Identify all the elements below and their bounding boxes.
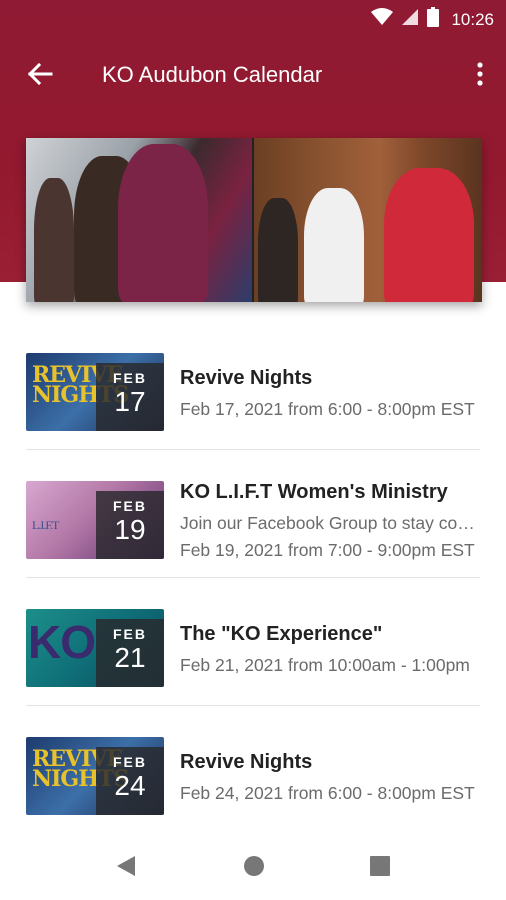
date-month: FEB (113, 370, 147, 386)
recents-square-icon (369, 855, 391, 882)
banner-photo-hug (26, 138, 252, 302)
event-thumbnail: REVIVE NIGHTS FEB 17 (26, 353, 164, 431)
nav-home-button[interactable] (240, 854, 268, 882)
home-circle-icon (242, 854, 266, 883)
event-list: REVIVE NIGHTS FEB 17 Revive Nights Feb 1… (0, 322, 506, 834)
status-time: 10:26 (451, 9, 494, 29)
nav-back-button[interactable] (112, 854, 140, 882)
system-nav-bar (0, 836, 506, 900)
event-datetime: Feb 21, 2021 from 10:00am - 1:00pm (180, 655, 470, 675)
thumbnail-logo-text: L.I.F.T (32, 518, 59, 532)
date-day: 21 (114, 642, 146, 673)
date-month: FEB (113, 498, 147, 514)
event-title: KO L.I.F.T Women's Ministry (180, 481, 448, 503)
event-title: Revive Nights (180, 751, 313, 773)
event-description: Join our Facebook Group to stay connecte… (180, 513, 480, 533)
thumbnail-logo-text: REVIVE NIGHTS (32, 746, 129, 792)
banner-photo-worship (254, 138, 482, 302)
calendar-banner-image (26, 138, 482, 302)
date-day: 17 (114, 386, 146, 417)
event-row[interactable]: REVIVE NIGHTS FEB 17 Revive Nights Feb 1… (0, 322, 506, 450)
thumbnail-logo-text: KO (28, 616, 96, 668)
more-vert-icon (477, 61, 483, 91)
event-row[interactable]: KO FEB 21 The "KO Experience" Feb 21, 20… (0, 578, 506, 706)
app-bar: KO Audubon Calendar (0, 44, 506, 104)
date-month: FEB (113, 626, 147, 642)
date-badge: FEB 17 (96, 363, 164, 431)
overflow-menu-button[interactable] (468, 58, 492, 94)
date-badge: FEB 24 (96, 747, 164, 815)
event-row[interactable]: L.I.F.T FEB 19 KO L.I.F.T Women's Minist… (0, 450, 506, 578)
event-datetime: Feb 19, 2021 from 7:00 - 9:00pm EST (180, 540, 475, 560)
back-button[interactable] (22, 58, 58, 94)
event-datetime: Feb 17, 2021 from 6:00 - 8:00pm EST (180, 399, 475, 419)
date-day: 19 (114, 514, 146, 545)
status-bar: 10:26 (0, 0, 506, 36)
event-thumbnail: KO FEB 21 (26, 609, 164, 687)
event-row[interactable]: REVIVE NIGHTS FEB 24 Revive Nights Feb 2… (0, 706, 506, 834)
event-title: Revive Nights (180, 367, 313, 389)
arrow-left-icon (27, 62, 53, 90)
date-month: FEB (113, 754, 147, 770)
event-thumbnail: L.I.F.T FEB 19 (26, 481, 164, 559)
signal-icon (401, 8, 419, 31)
app-title: KO Audubon Calendar (102, 62, 323, 87)
thumbnail-logo-text: REVIVE NIGHTS (32, 362, 129, 408)
battery-icon (427, 7, 440, 32)
event-title: The "KO Experience" (180, 623, 383, 645)
nav-recents-button[interactable] (366, 854, 394, 882)
date-badge: FEB 19 (96, 491, 164, 559)
event-thumbnail: REVIVE NIGHTS FEB 24 (26, 737, 164, 815)
date-day: 24 (114, 770, 146, 801)
date-badge: FEB 21 (96, 619, 164, 687)
event-datetime: Feb 24, 2021 from 6:00 - 8:00pm EST (180, 783, 475, 803)
back-triangle-icon (115, 854, 137, 883)
wifi-icon (371, 8, 394, 31)
